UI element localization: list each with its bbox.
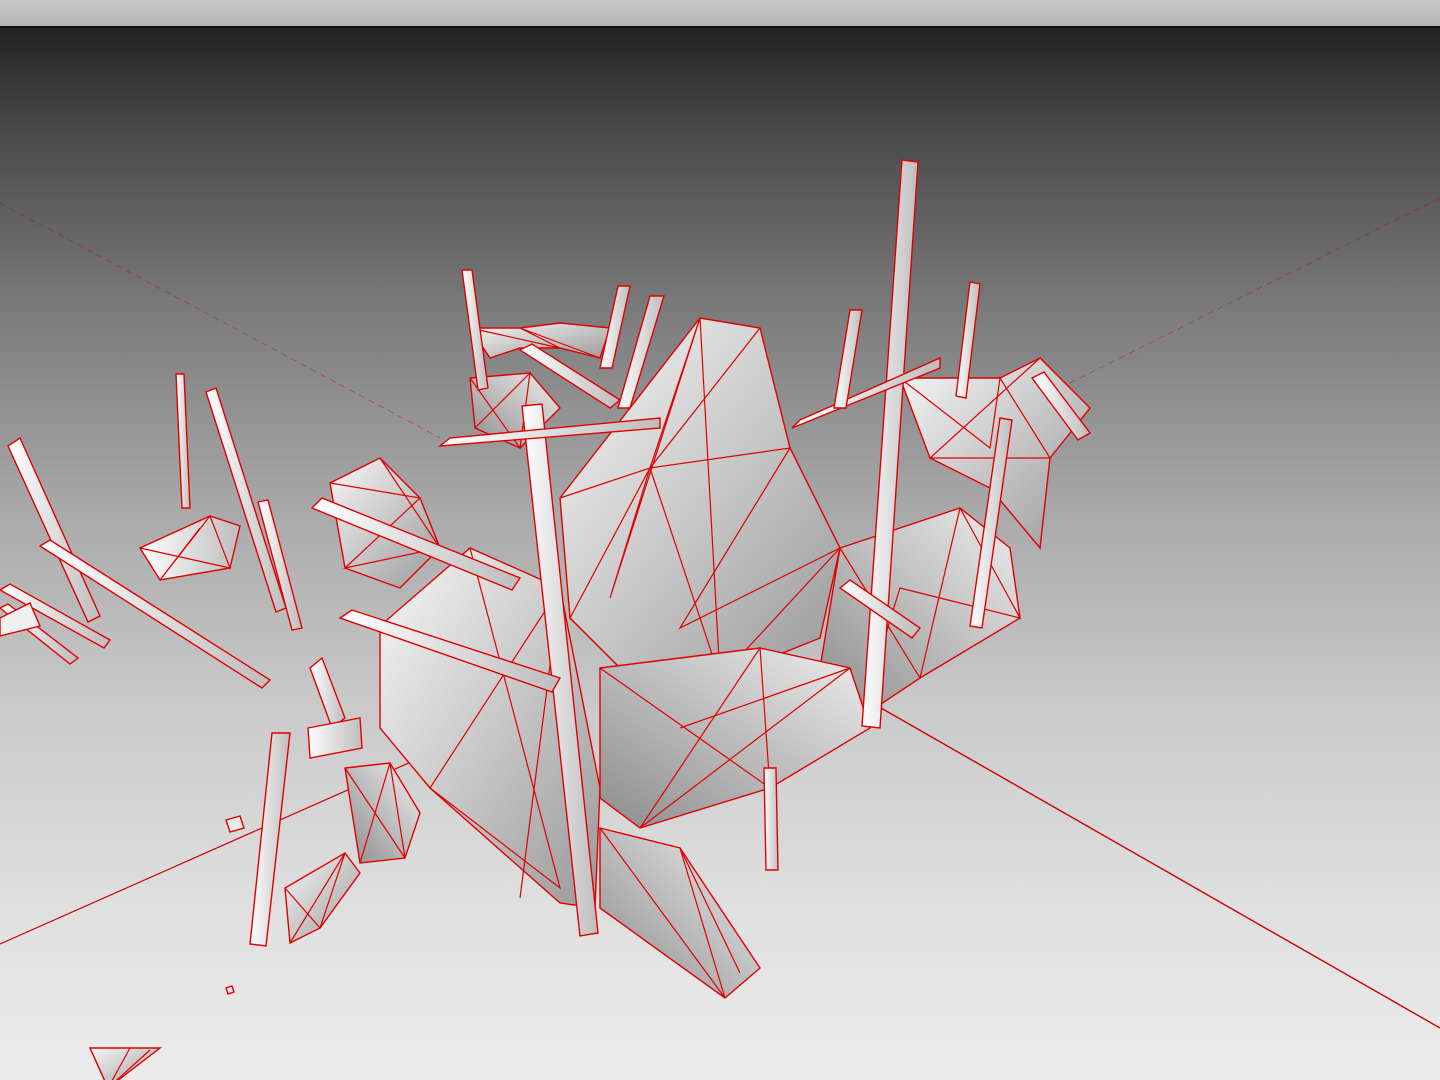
mesh-post [763, 767, 779, 871]
mesh-post [249, 732, 291, 947]
mesh-beam [307, 717, 363, 759]
mesh-debris [88, 1047, 163, 1080]
mesh-beam [309, 656, 346, 730]
mesh-model-icon[interactable] [0, 159, 1092, 1080]
3d-viewport[interactable] [0, 28, 1440, 1080]
mesh-face [344, 762, 421, 864]
mesh-debris [225, 985, 235, 995]
window-title-bar[interactable] [0, 0, 1440, 28]
mesh-debris [175, 373, 191, 509]
mesh-beam [833, 309, 863, 409]
viewport-canvas[interactable] [0, 28, 1440, 1080]
axis-line-z-back [1059, 197, 1440, 389]
mesh-face [599, 827, 761, 999]
mesh-debris [225, 815, 245, 833]
mesh-face [284, 852, 361, 945]
mesh-debris [138, 515, 241, 581]
axis-line-z [859, 695, 1440, 1029]
mesh-face [559, 317, 841, 679]
3d-viewer-window [0, 0, 1440, 1080]
mesh-debris [205, 387, 287, 613]
